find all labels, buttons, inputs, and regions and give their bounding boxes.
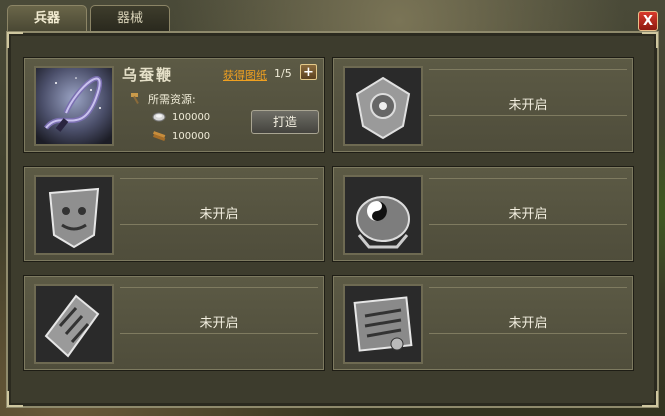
weapon-icon-frame[interactable] — [34, 284, 114, 364]
locked-label: 未开启 — [508, 98, 548, 113]
weapon-icon-frame[interactable] — [34, 175, 114, 255]
weapon-slot-locked: 未开启 — [332, 166, 634, 262]
add-blueprint-button[interactable]: + — [300, 64, 317, 80]
tab-bar: 兵器 器械 — [0, 0, 665, 32]
corner-ornament — [642, 32, 658, 48]
weapon-icon-frame[interactable] — [34, 66, 114, 146]
resource-amount: 100000 — [172, 131, 211, 142]
locked-label: 未开启 — [199, 207, 239, 222]
corner-ornament — [642, 391, 658, 407]
required-resources-label: 所需资源: — [148, 93, 196, 106]
corner-ornament — [7, 32, 23, 48]
corner-ornament — [7, 391, 23, 407]
weapon-slot-active: 乌蚕鞭 获得图纸 1/5 + 所需资源: 100000 100000 打造 — [23, 57, 325, 153]
weapon-slot-locked: 未开启 — [332, 57, 634, 153]
weapon-slot-locked: 未开启 — [332, 275, 634, 371]
whip-icon — [36, 68, 112, 144]
hammer-icon — [131, 93, 139, 104]
get-blueprint-link[interactable]: 获得图纸 — [223, 67, 267, 83]
scroll-armband-icon — [36, 286, 112, 362]
blueprint-count: 1/5 — [274, 67, 292, 80]
beast-shield-icon — [36, 177, 112, 253]
weapon-slot-locked: 未开启 — [23, 275, 325, 371]
close-button[interactable]: X — [638, 11, 658, 31]
weapon-icon-frame[interactable] — [343, 284, 423, 364]
silver-coin-icon — [152, 112, 166, 122]
locked-label: 未开启 — [508, 316, 548, 331]
shield-icon — [345, 68, 421, 144]
engraved-plate-icon — [345, 286, 421, 362]
resource-amount: 100000 — [172, 112, 211, 123]
tab-weapons[interactable]: 兵器 — [7, 5, 87, 31]
wood-material-icon — [153, 131, 166, 141]
locked-label: 未开启 — [508, 207, 548, 222]
weapon-icon-frame[interactable] — [343, 66, 423, 146]
tab-machinery[interactable]: 器械 — [90, 5, 170, 31]
forge-button[interactable]: 打造 — [251, 110, 319, 134]
weapon-icon-frame[interactable] — [343, 175, 423, 255]
yin-yang-bell-icon — [345, 177, 421, 253]
forge-panel: 乌蚕鞭 获得图纸 1/5 + 所需资源: 100000 100000 打造 未开… — [6, 31, 659, 408]
locked-label: 未开启 — [199, 316, 239, 331]
weapon-name: 乌蚕鞭 — [122, 66, 174, 84]
weapon-slot-locked: 未开启 — [23, 166, 325, 262]
